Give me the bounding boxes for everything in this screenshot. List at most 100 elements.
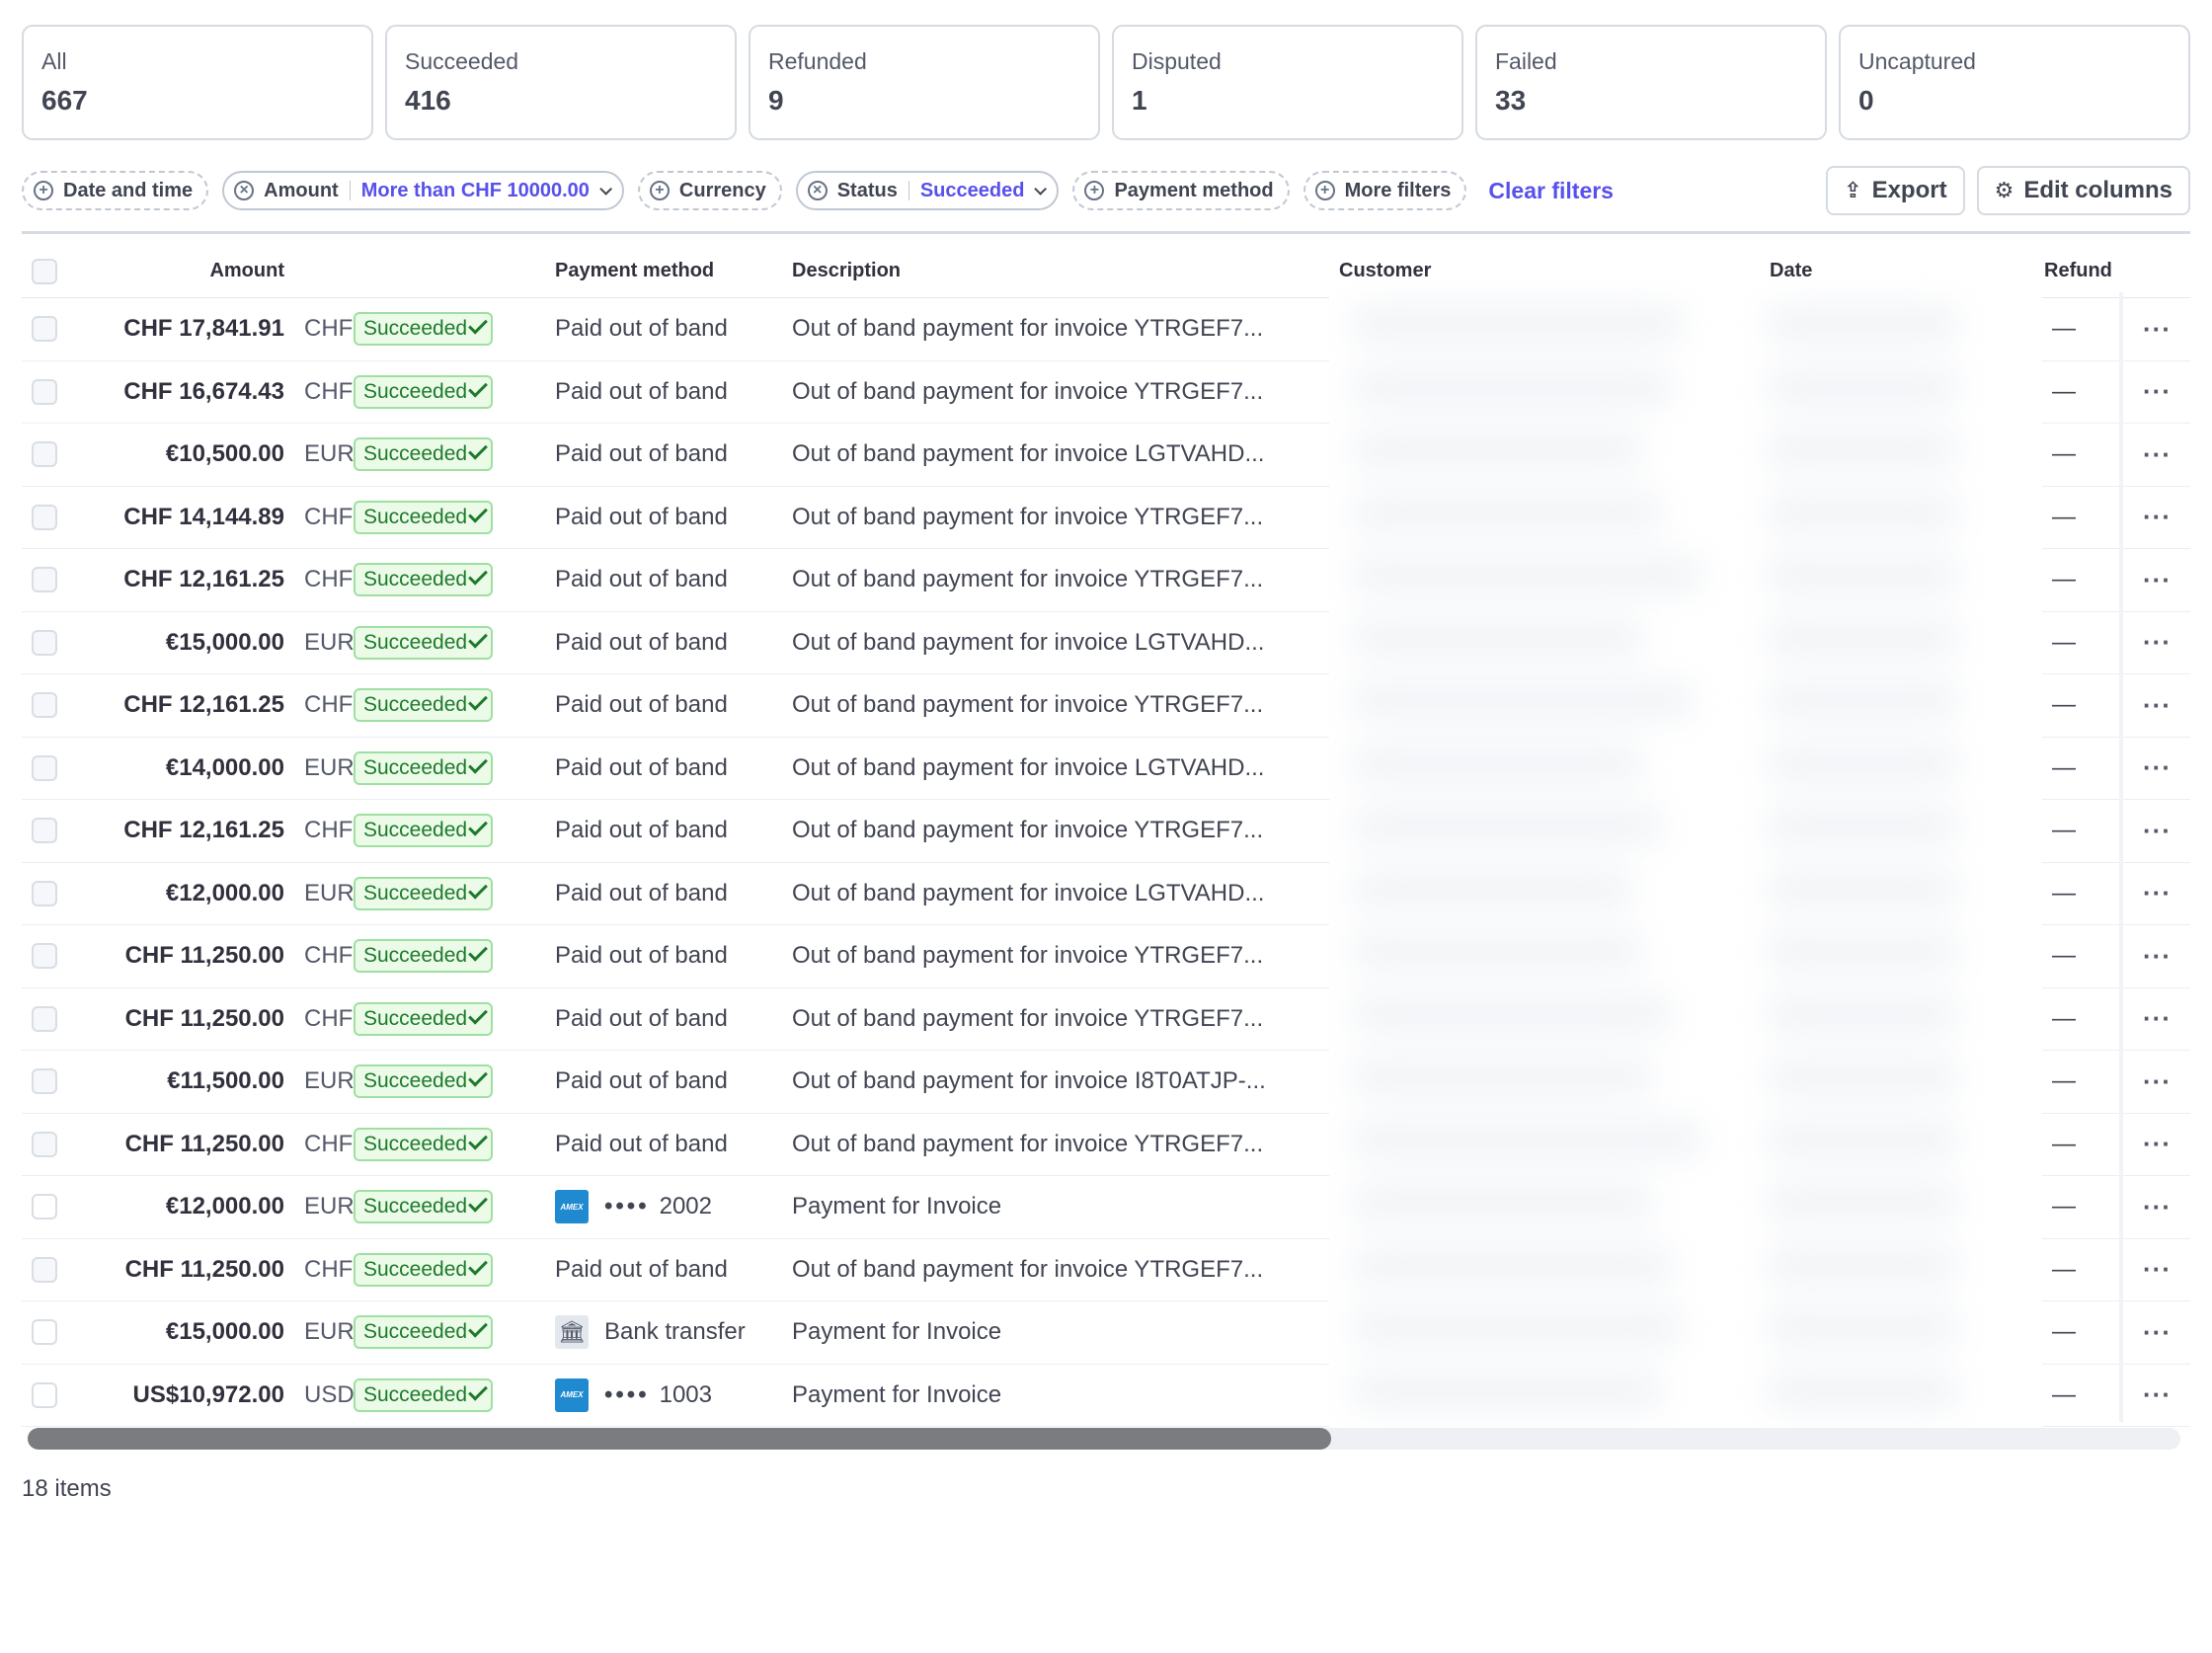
checkmark-icon (468, 1255, 488, 1276)
filter-value: More than CHF 10000.00 (360, 179, 590, 201)
row-more-actions-icon[interactable]: ··· (2143, 1301, 2172, 1364)
edit-columns-button[interactable]: ⚙ Edit columns (1976, 166, 2190, 215)
column-header-description[interactable]: Description (792, 245, 901, 297)
redacted-bar (1349, 993, 1675, 1034)
plus-circle-icon: + (1084, 181, 1105, 200)
row-more-actions-icon[interactable]: ··· (2143, 863, 2172, 925)
row-more-actions-icon[interactable]: ··· (2143, 612, 2172, 674)
row-checkbox[interactable] (32, 1131, 57, 1157)
redacted-bar (1349, 366, 1675, 407)
row-more-actions-icon[interactable]: ··· (2143, 1114, 2172, 1176)
refunded-cell: — (2052, 440, 2076, 468)
row-checkbox[interactable] (32, 378, 57, 405)
tab-uncaptured[interactable]: Uncaptured 0 (1839, 25, 2190, 140)
filter-currency[interactable]: + Currency (637, 171, 782, 210)
payment-method-label: Paid out of band (555, 879, 728, 906)
tab-count: 0 (1858, 85, 1874, 116)
status-label: Succeeded (363, 1195, 468, 1219)
payment-method-cell: Paid out of band (555, 800, 728, 862)
column-header-amount[interactable]: Amount (71, 245, 284, 297)
row-more-actions-icon[interactable]: ··· (2143, 424, 2172, 486)
remove-circle-icon[interactable]: × (234, 181, 255, 200)
row-checkbox[interactable] (32, 629, 57, 656)
amount-cell: €15,000.00 (165, 1318, 284, 1346)
filter-status[interactable]: × Status Succeeded (795, 171, 1060, 210)
row-checkbox[interactable] (32, 316, 57, 343)
status-cell: Succeeded (354, 863, 494, 925)
row-checkbox[interactable] (32, 1194, 57, 1220)
edit-columns-label: Edit columns (2023, 177, 2172, 203)
export-button[interactable]: ⇪ Export (1826, 166, 1965, 215)
tab-disputed[interactable]: Disputed 1 (1112, 25, 1463, 140)
status-label: Succeeded (363, 505, 468, 528)
column-header-customer[interactable]: Customer (1339, 245, 1431, 297)
row-checkbox[interactable] (32, 1256, 57, 1283)
tab-refunded[interactable]: Refunded 9 (749, 25, 1100, 140)
row-checkbox[interactable] (32, 1319, 57, 1346)
column-header-payment-method[interactable]: Payment method (555, 245, 714, 297)
row-more-actions-icon[interactable]: ··· (2143, 925, 2172, 987)
payment-method-cell: Paid out of band (555, 1051, 728, 1113)
remove-circle-icon[interactable]: × (807, 181, 828, 200)
row-more-actions-icon[interactable]: ··· (2143, 1239, 2172, 1301)
row-more-actions-icon[interactable]: ··· (2143, 549, 2172, 611)
card-mask: •••• (604, 1380, 650, 1408)
row-more-actions-icon[interactable]: ··· (2143, 1176, 2172, 1238)
filter-date-time[interactable]: + Date and time (22, 171, 209, 210)
payment-method-label: Paid out of band (555, 691, 728, 719)
row-checkbox[interactable] (32, 818, 57, 844)
status-badge: Succeeded (354, 1001, 494, 1036)
status-badge: Succeeded (354, 625, 494, 660)
row-more-actions-icon[interactable]: ··· (2143, 800, 2172, 862)
scrollbar-thumb[interactable] (28, 1428, 1331, 1450)
filter-amount[interactable]: × Amount More than CHF 10000.00 (222, 171, 624, 210)
row-checkbox[interactable] (32, 504, 57, 530)
payment-method-cell: Paid out of band (555, 674, 728, 737)
row-checkbox[interactable] (32, 692, 57, 719)
status-cell: Succeeded (354, 298, 494, 360)
row-more-actions-icon[interactable]: ··· (2143, 738, 2172, 800)
row-more-actions-icon[interactable]: ··· (2143, 1051, 2172, 1113)
description-cell: Payment for Invoice (792, 1380, 1002, 1408)
row-more-actions-icon[interactable]: ··· (2143, 361, 2172, 424)
row-checkbox[interactable] (32, 1381, 57, 1408)
row-more-actions-icon[interactable]: ··· (2143, 298, 2172, 360)
description-cell: Out of band payment for invoice LGTVAHD.… (792, 440, 1265, 468)
payment-method-label: Paid out of band (555, 753, 728, 781)
status-label: Succeeded (363, 1132, 468, 1155)
status-badge: Succeeded (354, 1252, 494, 1287)
tab-succeeded[interactable]: Succeeded 416 (385, 25, 737, 140)
status-label: Succeeded (363, 317, 468, 341)
refunded-cell: — (2052, 942, 2076, 970)
row-checkbox[interactable] (32, 943, 57, 970)
filter-more[interactable]: + More filters (1303, 171, 1467, 210)
column-header-refunded[interactable]: Refund (2044, 245, 2149, 297)
amount-cell: CHF 12,161.25 (123, 566, 284, 593)
row-checkbox[interactable] (32, 1068, 57, 1095)
row-checkbox[interactable] (32, 567, 57, 593)
currency-cell: CHF (304, 503, 354, 530)
tab-failed[interactable]: Failed 33 (1475, 25, 1827, 140)
payment-method-label: Bank transfer (604, 1318, 746, 1346)
checkmark-icon (468, 1318, 488, 1338)
redacted-bar (1764, 1244, 1961, 1285)
column-header-date[interactable]: Date (1770, 245, 1812, 297)
row-more-actions-icon[interactable]: ··· (2143, 1365, 2172, 1427)
row-checkbox[interactable] (32, 880, 57, 906)
row-more-actions-icon[interactable]: ··· (2143, 674, 2172, 737)
row-more-actions-icon[interactable]: ··· (2143, 988, 2172, 1051)
row-checkbox[interactable] (32, 441, 57, 468)
row-checkbox[interactable] (32, 1005, 57, 1032)
status-badge: Succeeded (354, 1064, 494, 1099)
checkmark-icon (468, 377, 488, 398)
row-checkbox[interactable] (32, 754, 57, 781)
redacted-bar (1349, 743, 1645, 783)
tab-all[interactable]: All 667 (22, 25, 373, 140)
row-more-actions-icon[interactable]: ··· (2143, 487, 2172, 549)
filter-payment-method[interactable]: + Payment method (1072, 171, 1290, 210)
select-all-checkbox[interactable] (32, 258, 57, 284)
status-cell: Succeeded (354, 988, 494, 1051)
clear-filters-link[interactable]: Clear filters (1488, 178, 1614, 204)
checkmark-icon (468, 691, 488, 711)
amount-cell: €14,000.00 (165, 753, 284, 781)
